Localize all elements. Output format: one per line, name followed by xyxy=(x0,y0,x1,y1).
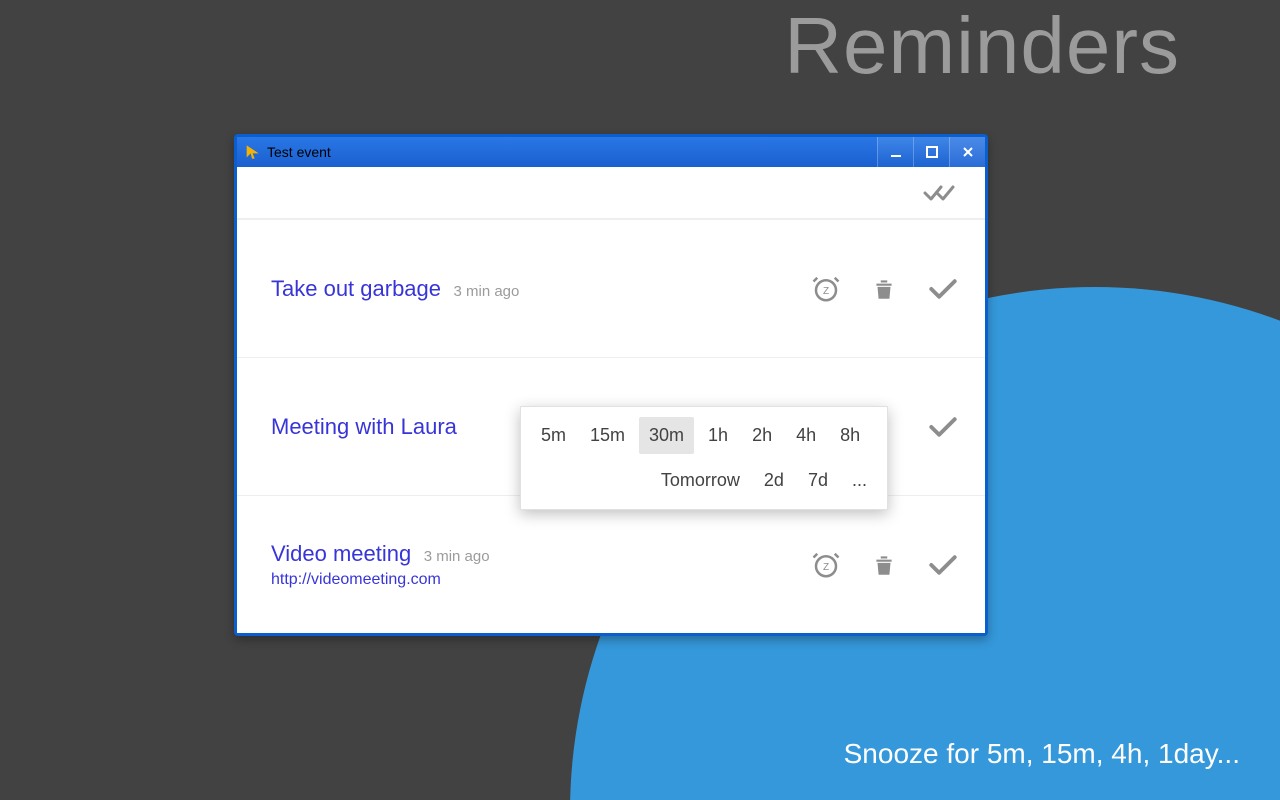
snooze-option-1h[interactable]: 1h xyxy=(698,417,738,454)
maximize-button[interactable] xyxy=(913,137,949,167)
reminder-item: Video meeting 3 min ago http://videomeet… xyxy=(237,495,985,633)
snooze-option-5m[interactable]: 5m xyxy=(531,417,576,454)
page-caption: Snooze for 5m, 15m, 4h, 1day... xyxy=(844,738,1240,770)
reminder-timestamp: 3 min ago xyxy=(424,548,490,565)
delete-button[interactable] xyxy=(871,274,897,304)
snooze-option-8h[interactable]: 8h xyxy=(830,417,870,454)
snooze-option-4h[interactable]: 4h xyxy=(786,417,826,454)
mark-all-done-button[interactable] xyxy=(923,181,959,205)
done-button[interactable] xyxy=(927,276,959,302)
page-title: Reminders xyxy=(784,0,1180,92)
snooze-option-30m[interactable]: 30m xyxy=(639,417,694,454)
reminder-title[interactable]: Meeting with Laura xyxy=(271,414,457,439)
bell-icon xyxy=(243,143,261,161)
done-button[interactable] xyxy=(927,414,959,440)
reminder-timestamp: 3 min ago xyxy=(453,283,519,300)
snooze-button[interactable]: Z xyxy=(811,274,841,304)
promo-stage: Reminders Snooze for 5m, 15m, 4h, 1day..… xyxy=(0,0,1280,800)
snooze-popup: 5m 15m 30m 1h 2h 4h 8h Tomorrow 2d 7d ..… xyxy=(520,406,888,510)
window-title: Test event xyxy=(267,144,331,160)
reminder-item: Take out garbage 3 min ago Z xyxy=(237,219,985,357)
titlebar: Test event xyxy=(237,137,985,167)
done-button[interactable] xyxy=(927,552,959,578)
svg-text:Z: Z xyxy=(823,562,829,573)
snooze-option-15m[interactable]: 15m xyxy=(580,417,635,454)
close-button[interactable] xyxy=(949,137,985,167)
reminder-title[interactable]: Take out garbage xyxy=(271,276,441,301)
svg-text:Z: Z xyxy=(823,286,829,297)
reminder-title[interactable]: Video meeting xyxy=(271,541,411,566)
delete-button[interactable] xyxy=(871,550,897,580)
snooze-option-2h[interactable]: 2h xyxy=(742,417,782,454)
snooze-button[interactable]: Z xyxy=(811,550,841,580)
snooze-option-tomorrow[interactable]: Tomorrow xyxy=(651,462,750,499)
reminders-window: Test event xyxy=(234,134,988,636)
toolbar xyxy=(237,167,985,219)
window-content: Take out garbage 3 min ago Z xyxy=(237,167,985,633)
snooze-option-7d[interactable]: 7d xyxy=(798,462,838,499)
snooze-option-more[interactable]: ... xyxy=(842,462,877,499)
minimize-button[interactable] xyxy=(877,137,913,167)
reminder-link[interactable]: http://videomeeting.com xyxy=(271,571,490,589)
snooze-option-2d[interactable]: 2d xyxy=(754,462,794,499)
